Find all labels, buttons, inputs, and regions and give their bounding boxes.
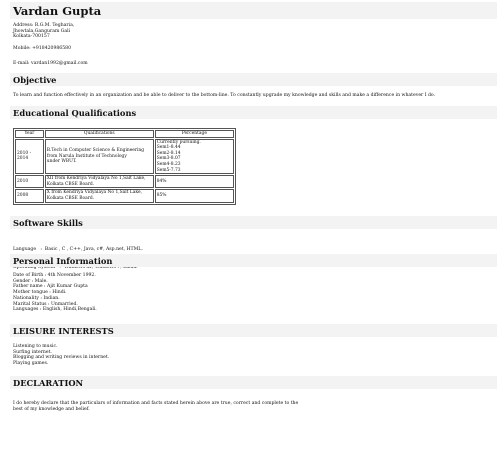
table-header-row: Year Qualifications Percentage <box>15 130 234 138</box>
qualification-line: under WBUT. <box>46 159 77 165</box>
leisure-list: Listening to music. Surfing internet. Bl… <box>13 344 109 367</box>
column-header-percentage: Percentage <box>154 130 234 138</box>
objective-heading: Objective <box>13 75 57 85</box>
mobile-number: Mobile: +918420986580 <box>13 46 71 51</box>
leisure-heading: LEISURE INTERESTS <box>13 326 114 336</box>
qualification-cell: B.Tech in Computer Science & Engineering… <box>44 138 154 175</box>
qualifications-table: Year Qualifications Percentage 2010 - 20… <box>13 128 236 205</box>
table-row: 2010 - 2014 B.Tech in Computer Science &… <box>15 138 234 175</box>
candidate-name: Vardan Gupta <box>13 4 102 18</box>
qualification-line: XII from Kendriya Vidyalaya No 1,Salt La… <box>46 176 146 182</box>
declaration-heading: DECLARATION <box>13 378 84 388</box>
personal-line: Languages : English, Hindi,Bengali. <box>13 307 97 313</box>
percentage-cell: Currently pursuing. Sem1-8.44 Sem2-8.14 … <box>154 138 234 175</box>
column-header-year: Year <box>15 130 44 138</box>
leisure-line: Playing games. <box>13 361 49 367</box>
qualification-cell: XII from Kendriya Vidyalaya No 1,Salt La… <box>44 175 154 189</box>
email-address: E-mail: vardan1992@gmail.com <box>13 61 88 66</box>
table-row: 2010 XII from Kendriya Vidyalaya No 1,Sa… <box>15 175 234 189</box>
software-heading: Software Skills <box>13 218 83 228</box>
address-line: Address: R.G.M. Tegharia, <box>13 23 75 28</box>
objective-band <box>10 73 497 86</box>
address-block: Address: R.G.M. Tegharia, Jhowtala,Gangu… <box>13 23 74 40</box>
software-band <box>10 216 497 229</box>
percentage-line: Sem5-7.73 <box>156 167 181 173</box>
qualification-cell: X from Kendriya Vidyalaya No 1,Salt Lake… <box>44 189 154 203</box>
qualification-line: B.Tech in Computer Science & Engineering <box>46 147 145 153</box>
objective-text: To learn and function effectively in an … <box>13 93 436 98</box>
table-row: 2008 X from Kendriya Vidyalaya No 1,Salt… <box>15 189 234 203</box>
percentage-cell: 84% <box>154 175 234 189</box>
address-line: Kolkata-700157 <box>13 34 50 40</box>
year-cell: 2010 - 2014 <box>15 138 44 175</box>
percentage-cell: 85% <box>154 189 234 203</box>
personal-line: Date of Birth : 4th November 1992. <box>13 273 96 278</box>
qualification-line: Kolkata CBSE Board. <box>46 195 95 201</box>
declaration-line: best of my knowledge and belief. <box>13 406 90 412</box>
personal-heading: Personal Information <box>13 256 113 266</box>
personal-list: Date of Birth : 4th November 1992. Gende… <box>13 273 97 313</box>
education-heading: Educational Qualifications <box>13 108 137 118</box>
software-line: Language : Basic , C , C++, Java, c#, As… <box>13 247 143 253</box>
year-cell: 2008 <box>15 189 44 203</box>
column-header-qualifications: Qualifications <box>44 130 154 138</box>
year-cell: 2010 <box>15 175 44 189</box>
qualification-line: Kolkata CBSE Board. <box>46 181 95 187</box>
declaration-text: I do hereby declare that the particulars… <box>13 401 298 412</box>
declaration-line: I do hereby declare that the particulars… <box>13 401 299 406</box>
